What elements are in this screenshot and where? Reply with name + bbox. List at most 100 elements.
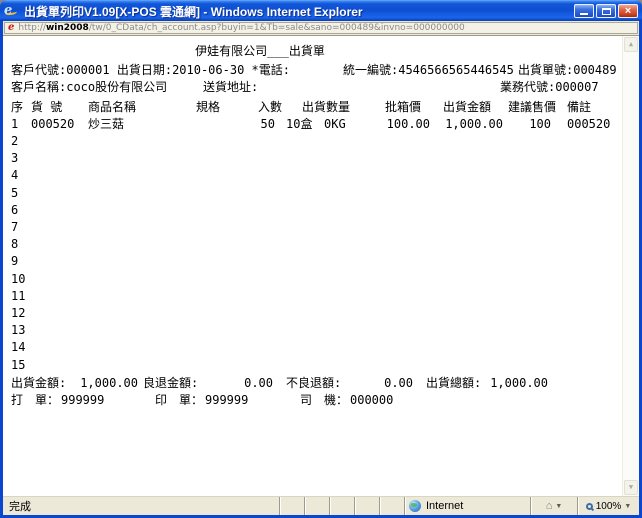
address-url: http://win2008/tw/0_CData/ch_account.asp… — [18, 23, 464, 33]
driver-label: 司 機： — [300, 393, 348, 407]
table-row: 5 — [11, 186, 18, 200]
favicon-icon: e — [8, 23, 14, 33]
maximize-icon — [602, 8, 611, 15]
row1-box-price: 100.00 — [363, 117, 430, 131]
row1-weight: 0KG — [324, 117, 346, 131]
status-panel-empty — [329, 497, 354, 515]
col-header-code: 貨 號 — [31, 100, 62, 114]
ship-date-label: 出貨日期: — [117, 63, 172, 77]
table-row: 12 — [11, 306, 25, 320]
customer-name-value: coco股份有限公司 — [66, 80, 167, 94]
minimize-icon — [580, 13, 588, 15]
row1-seq: 1 — [11, 117, 18, 131]
maximize-button[interactable] — [596, 4, 616, 18]
customer-code-value: 000001 — [66, 63, 109, 77]
col-header-ship-qty: 出貨數量 — [302, 100, 350, 114]
col-header-amount: 出貨金額 — [443, 100, 491, 114]
window-frame: e http://win2008/tw/0_CData/ch_account.a… — [0, 21, 642, 518]
customer-code-label: 客戶代號: — [11, 63, 66, 77]
tax-id: 統一編號:4546566565446545 — [343, 63, 514, 77]
status-panel-empty — [304, 497, 329, 515]
house-icon: ⌂ — [546, 501, 553, 512]
order-no-label: 出貨單號: — [518, 63, 573, 77]
title-bar: e 出貨單列印V1.09[X-POS 雲通網] - Windows Intern… — [0, 0, 642, 21]
table-row: 15 — [11, 358, 25, 372]
row1-ship-qty: 10盒 — [286, 117, 312, 131]
window-title: 出貨單列印V1.09[X-POS 雲通網] - Windows Internet… — [24, 3, 574, 20]
magnifier-icon — [586, 503, 593, 510]
scroll-up-icon: ▲ — [629, 41, 633, 48]
address-field[interactable]: e http://win2008/tw/0_CData/ch_account.a… — [4, 22, 638, 34]
phishing-filter-panel[interactable]: ⌂ ▼ — [530, 497, 577, 515]
table-row: 4 — [11, 168, 18, 182]
ship-date-value: 2010-06-30 — [172, 63, 244, 77]
table-row: 9 — [11, 254, 18, 268]
bad-return-value: 0.00 — [351, 376, 413, 390]
zone-label: Internet — [426, 500, 463, 512]
col-header-sugg: 建議售價 — [508, 100, 556, 114]
internet-globe-icon — [409, 500, 421, 512]
print-operator-label: 打 單： — [11, 393, 59, 407]
tax-id-value: 4546566565446545 — [398, 63, 514, 77]
col-header-in-qty: 入數 — [258, 100, 282, 114]
page-content: 伊娃有限公司___出貨單 客戶代號:000001 出貨日期:2010-06-30… — [3, 35, 639, 496]
ship-address: 送貨地址: — [203, 80, 258, 94]
url-path: /tw/0_CData/ch_account.asp?buyin=1&Tb=sa… — [89, 23, 465, 33]
ie-logo-icon[interactable]: e — [4, 4, 20, 18]
window-controls: × — [574, 4, 638, 18]
url-protocol: http:// — [18, 23, 46, 33]
row1-in-qty: 50 — [243, 117, 275, 131]
browser-window: e 出貨單列印V1.09[X-POS 雲通網] - Windows Intern… — [0, 0, 642, 518]
scroll-down-icon: ▼ — [629, 484, 633, 491]
row1-sugg-price: 100 — [503, 117, 551, 131]
ship-amount-value: 1,000.00 — [68, 376, 138, 390]
scroll-down-button[interactable]: ▼ — [624, 480, 638, 495]
minimize-button[interactable] — [574, 4, 594, 18]
security-zone-panel: Internet — [404, 497, 530, 515]
print-operator-value: 999999 — [61, 393, 104, 407]
table-row: 7 — [11, 220, 18, 234]
table-row: 11 — [11, 289, 25, 303]
table-row: 14 — [11, 340, 25, 354]
status-panel-empty — [379, 497, 404, 515]
customer-name-label: 客戶名稱: — [11, 80, 66, 94]
status-panel-empty — [279, 497, 304, 515]
status-bar: 完成 Internet ⌂ ▼ 100% ▼ — [3, 496, 639, 515]
col-header-name: 商品名稱 — [88, 100, 136, 114]
sales-code-value: 000007 — [555, 80, 598, 94]
zoom-level: 100% — [596, 501, 622, 512]
phone-label: *電話: — [252, 63, 290, 77]
driver-value: 000000 — [350, 393, 393, 407]
issue-operator-label: 印 單： — [155, 393, 203, 407]
col-header-seq: 序 — [11, 100, 23, 114]
table-row: 13 — [11, 323, 25, 337]
document-title: 伊娃有限公司___出貨單 — [3, 44, 517, 58]
issue-operator-value: 999999 — [205, 393, 248, 407]
scroll-up-button[interactable]: ▲ — [624, 37, 638, 52]
table-row: 8 — [11, 237, 18, 251]
sales-code: 業務代號:000007 — [500, 80, 599, 94]
row1-name: 炒三菇 — [88, 117, 124, 131]
row1-code: 000520 — [31, 117, 74, 131]
ship-amount-label: 出貨金額: — [11, 376, 66, 390]
good-return-label: 良退金額: — [143, 376, 198, 390]
table-row: 3 — [11, 151, 18, 165]
zoom-control[interactable]: 100% ▼ — [577, 497, 639, 515]
table-row: 10 — [11, 272, 25, 286]
status-text-panel: 完成 — [3, 497, 279, 515]
table-row: 2 — [11, 134, 18, 148]
info-line-1: 客戶代號:000001 出貨日期:2010-06-30 *電話: — [11, 63, 290, 77]
chevron-down-icon: ▼ — [624, 503, 631, 510]
close-button[interactable]: × — [618, 4, 638, 18]
sales-code-label: 業務代號: — [500, 80, 555, 94]
address-bar: e http://win2008/tw/0_CData/ch_account.a… — [3, 21, 639, 35]
bad-return-label: 不良退額: — [286, 376, 341, 390]
url-domain: win2008 — [46, 23, 89, 33]
chevron-down-icon: ▼ — [555, 503, 562, 510]
col-header-note: 備註 — [567, 100, 591, 114]
customer-name: 客戶名稱:coco股份有限公司 — [11, 80, 167, 94]
order-no: 出貨單號:000489 — [518, 63, 617, 77]
close-icon: × — [625, 6, 631, 17]
vertical-scrollbar[interactable]: ▲ ▼ — [622, 36, 639, 496]
table-row: 6 — [11, 203, 18, 217]
